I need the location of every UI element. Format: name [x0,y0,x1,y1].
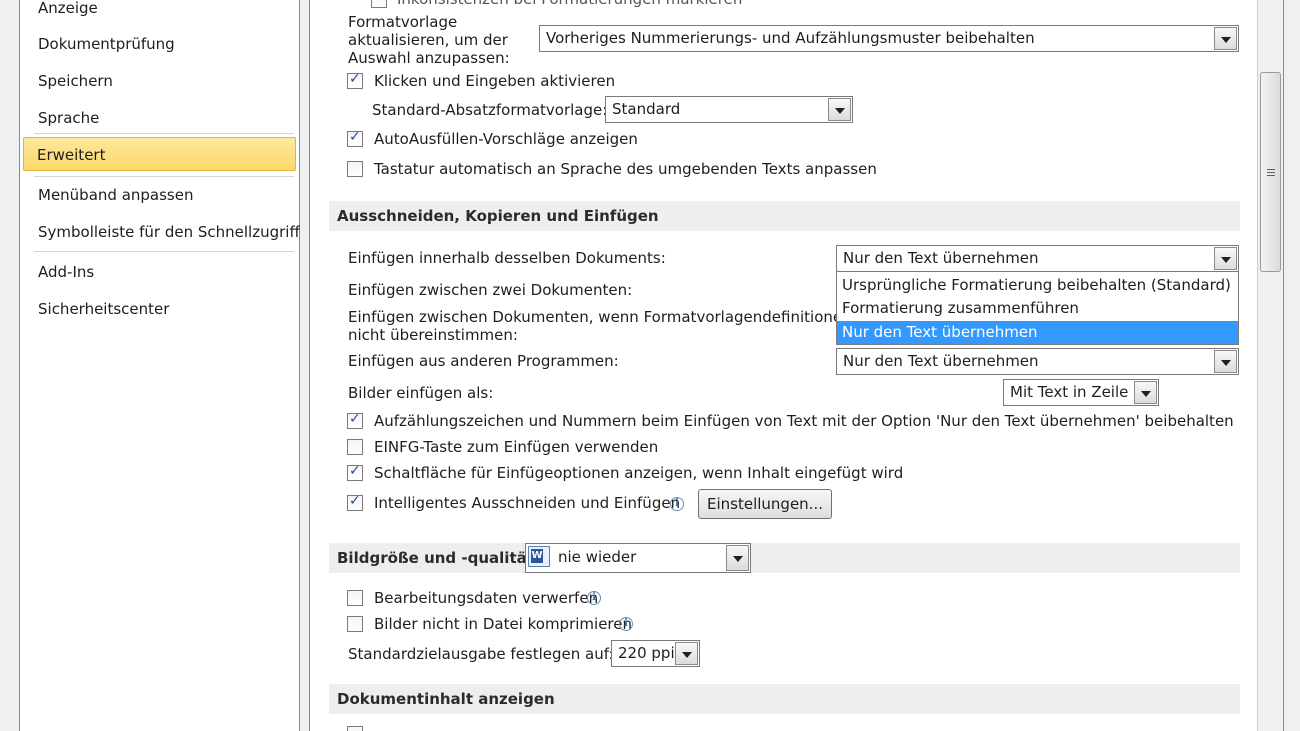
autocomplete-label: AutoAusfüllen-Vorschläge anzeigen [374,130,638,148]
default-target-output-label: Standardzielausgabe festlegen auf: [348,645,614,663]
keyboard-language-checkbox[interactable] [347,161,363,177]
inconsistency-label: Inkonsistenzen bei Formatierungen markie… [397,0,742,8]
sidebar-item-add-ins[interactable]: Add-Ins [20,255,298,289]
info-icon: i [587,591,601,605]
option-keep-text-only[interactable]: Nur den Text übernehmen [837,321,1238,344]
default-paragraph-dropdown[interactable]: Standard [605,96,853,123]
keyboard-language-label: Tastatur automatisch an Sprache des umge… [374,160,877,178]
chevron-down-icon[interactable] [1214,247,1237,270]
paste-other-programs-label: Einfügen aus anderen Programmen: [348,352,619,370]
paste-options-button-checkbox[interactable]: ✓ [347,463,363,481]
inconsistency-checkbox[interactable] [371,0,387,8]
style-update-dropdown[interactable]: Vorheriges Nummerierungs- und Aufzählung… [539,25,1239,52]
vertical-scrollbar[interactable] [1257,0,1283,731]
paste-within-doc-dropdown[interactable]: Nur den Text übernehmen [836,245,1239,272]
keep-bullets-checkbox[interactable]: ✓ [347,411,363,429]
scrollbar-thumb[interactable] [1260,72,1281,272]
sidebar-item-sicherheitscenter[interactable]: Sicherheitscenter [20,292,298,326]
sidebar-separator [34,133,294,134]
sidebar-item-speichern[interactable]: Speichern [20,64,298,98]
options-sidebar: Anzeige Dokumentprüfung Speichern Sprach… [20,0,300,731]
section-header-document-content: Dokumentinhalt anzeigen [329,684,1240,714]
chevron-down-icon[interactable] [1134,381,1157,404]
section-header-image-quality: Bildgröße und -qualität [329,543,1240,573]
sidebar-item-menueband-anpassen[interactable]: Menüband anpassen [20,178,298,212]
keep-bullets-label: Aufzählungszeichen und Nummern beim Einf… [374,412,1234,430]
insert-key-label: EINFG-Taste zum Einfügen verwenden [374,438,659,456]
window-frame-left [0,0,20,731]
discard-editing-data-label: Bearbeitungsdaten verwerfen [374,589,599,607]
chevron-down-icon[interactable] [828,98,851,121]
chevron-down-icon[interactable] [1214,27,1237,50]
sidebar-item-anzeige[interactable]: Anzeige [20,0,298,25]
pane-divider [300,0,310,731]
paste-options-listbox[interactable]: Ursprüngliche Formatierung beibehalten (… [836,271,1239,345]
window-frame-right [1283,0,1300,731]
image-document-dropdown[interactable]: nie wieder [525,543,751,573]
insert-pictures-label: Bilder einfügen als: [348,384,494,402]
sidebar-item-erweitert[interactable]: Erweitert [23,137,296,171]
insert-key-checkbox[interactable] [347,439,363,455]
options-content: Inkonsistenzen bei Formatierungen markie… [311,0,1257,731]
info-icon: i [619,617,633,631]
sidebar-item-dokumentpruefung[interactable]: Dokumentprüfung [20,27,298,61]
click-type-label: Klicken und Eingeben aktivieren [374,72,616,90]
paste-conflict-label: Einfügen zwischen Dokumenten, wenn Forma… [348,308,852,344]
option-merge-formatting[interactable]: Formatierung zusammenführen [837,297,1238,320]
sidebar-item-sprache[interactable]: Sprache [20,101,298,135]
section-header-cut-copy-paste: Ausschneiden, Kopieren und Einfügen [329,201,1240,231]
style-update-label: Formatvorlage aktualisieren, um der Ausw… [348,13,510,67]
paste-within-doc-label: Einfügen innerhalb desselben Dokuments: [348,249,666,267]
word-document-icon: W [528,546,550,567]
click-type-checkbox[interactable]: ✓ [347,71,363,89]
smart-cut-paste-label: Intelligentes Ausschneiden und Einfügen [374,494,681,512]
chevron-down-icon[interactable] [1214,350,1237,373]
insert-pictures-dropdown[interactable]: Mit Text in Zeile [1003,379,1159,406]
paste-options-button-label: Schaltfläche für Einfügeoptionen anzeige… [374,464,904,482]
smart-cut-paste-checkbox[interactable]: ✓ [347,493,363,511]
paste-other-programs-dropdown[interactable]: Nur den Text übernehmen [836,348,1239,375]
info-icon: i [670,497,684,511]
sidebar-separator [34,251,294,252]
chevron-down-icon[interactable] [675,642,698,665]
option-keep-source-formatting[interactable]: Ursprüngliche Formatierung beibehalten (… [837,274,1238,297]
default-target-output-dropdown[interactable]: 220 ppi [611,640,700,667]
settings-button[interactable]: Einstellungen... [698,489,832,519]
paste-between-docs-label: Einfügen zwischen zwei Dokumenten: [348,281,633,299]
no-compress-checkbox[interactable] [347,616,363,632]
default-paragraph-label: Standard-Absatzformatvorlage: [372,101,608,119]
autocomplete-checkbox[interactable]: ✓ [347,129,363,147]
sidebar-item-schnellzugriff[interactable]: Symbolleiste für den Schnellzugriff [20,215,300,249]
sidebar-separator [34,176,294,177]
content-option-checkbox[interactable] [347,726,363,731]
no-compress-label: Bilder nicht in Datei komprimieren [374,615,632,633]
discard-editing-data-checkbox[interactable] [347,590,363,606]
chevron-down-icon[interactable] [726,545,749,571]
